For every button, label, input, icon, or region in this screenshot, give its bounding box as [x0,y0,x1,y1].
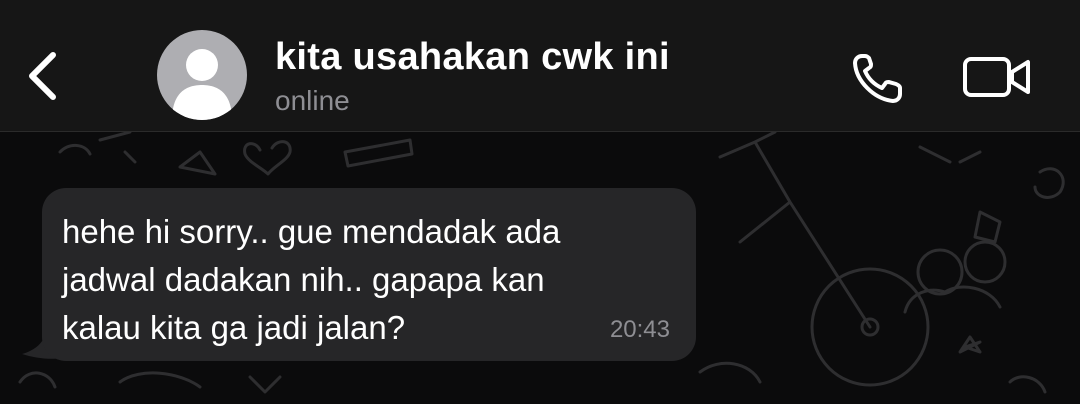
message-bubble-incoming[interactable]: hehe hi sorry.. gue mendadak ada jadwal … [42,188,696,361]
contact-status: online [275,85,350,116]
phone-icon [853,54,902,103]
voice-call-button[interactable] [848,48,912,108]
video-camera-icon [963,57,1030,97]
chat-area[interactable]: hehe hi sorry.. gue mendadak ada jadwal … [0,132,1080,404]
message-text: hehe hi sorry.. gue mendadak ada jadwal … [62,213,561,346]
video-call-button[interactable] [960,52,1034,102]
chevron-left-icon [29,52,56,100]
back-button[interactable] [20,45,70,107]
person-icon [172,49,232,120]
message-timestamp: 20:43 [609,316,670,343]
chat-header: kita usahakan cwk ini online [0,0,1080,132]
avatar[interactable] [157,30,247,120]
contact-name[interactable]: kita usahakan cwk ini [275,36,670,79]
